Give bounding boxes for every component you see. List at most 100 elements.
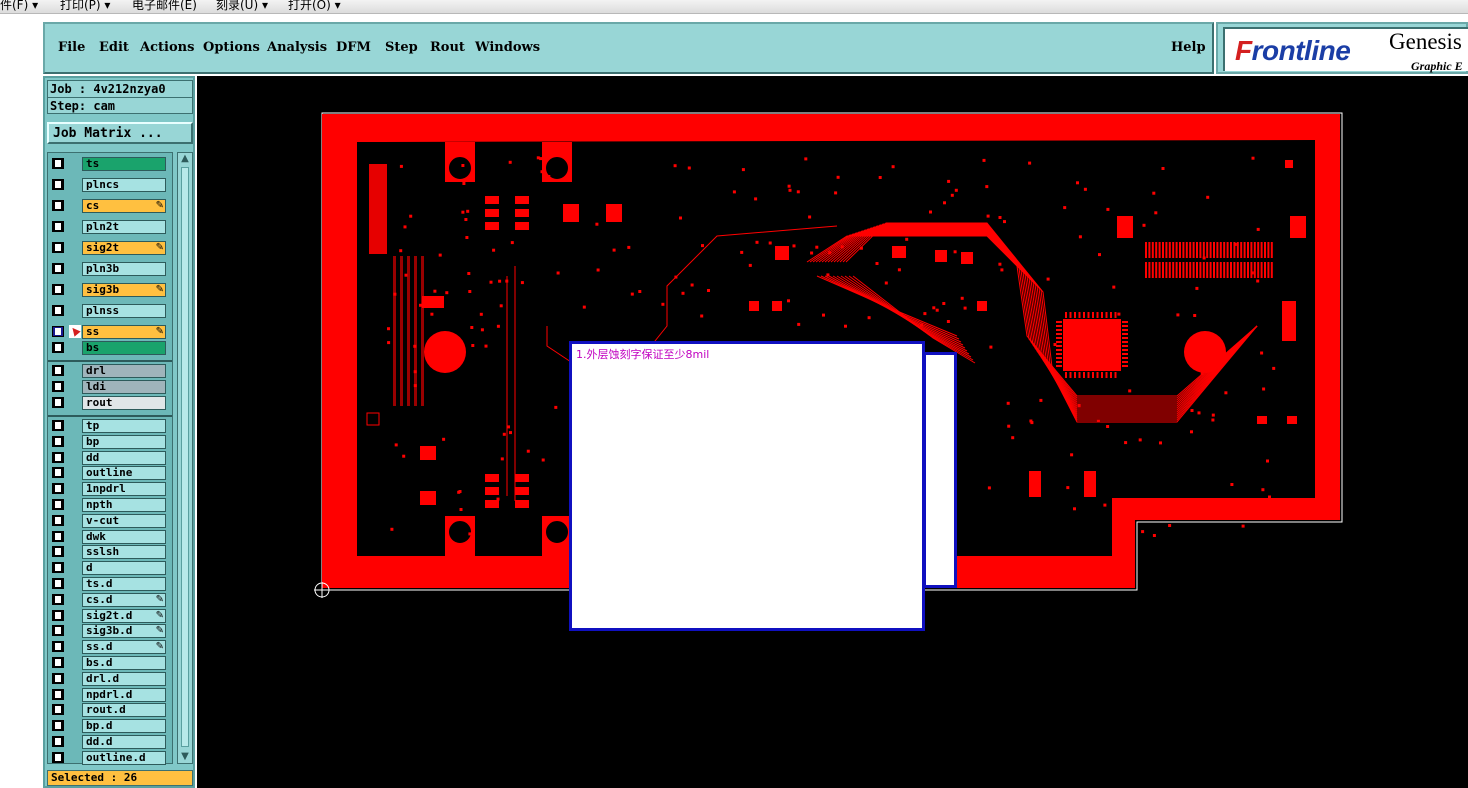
layer-checkbox[interactable] <box>52 688 64 700</box>
layer-row-cs[interactable]: cs ✎ <box>48 198 172 213</box>
layer-checkbox[interactable] <box>52 751 64 763</box>
scroll-thumb[interactable] <box>181 167 189 747</box>
menu-help[interactable]: Help <box>1171 40 1206 55</box>
layer-name[interactable]: ss ✎ <box>82 325 166 339</box>
layer-name[interactable]: sslsh <box>82 545 166 560</box>
layer-name[interactable]: ts <box>82 157 166 171</box>
layer-checkbox[interactable] <box>52 578 64 589</box>
menu-windows[interactable]: Windows <box>475 40 540 55</box>
job-matrix-button[interactable]: Job Matrix ... <box>47 122 193 144</box>
top-menu-print[interactable]: 打印(P) ▾ <box>60 0 110 13</box>
layer-checkbox[interactable] <box>52 397 64 408</box>
layer-row-pln2t[interactable]: pln2t <box>48 219 172 234</box>
layer-checkbox[interactable] <box>52 657 64 668</box>
layer-name[interactable]: plncs <box>82 178 166 192</box>
note-popup[interactable]: 1.外层蚀刻字保证至少8mil <box>569 341 925 631</box>
layer-checkbox[interactable] <box>52 546 64 558</box>
menu-file[interactable]: File <box>58 40 85 55</box>
layer-row-bs[interactable]: bs <box>48 340 172 355</box>
layer-checkbox[interactable] <box>52 467 64 479</box>
layer-name[interactable]: cs ✎ <box>82 199 166 213</box>
layer-row-ss[interactable]: ss ✎ <box>48 324 172 339</box>
layer-checkbox[interactable] <box>52 342 64 353</box>
layer-checkbox[interactable] <box>52 514 64 526</box>
layer-name[interactable]: npth <box>82 498 166 512</box>
layer-name[interactable]: pln3b <box>82 262 166 276</box>
layer-name[interactable]: ss.d ✎ <box>82 640 166 655</box>
layer-name[interactable]: bs <box>82 341 166 355</box>
layer-checkbox[interactable] <box>52 365 64 376</box>
layer-name[interactable]: v-cut <box>82 513 166 528</box>
layer-checkbox[interactable] <box>52 736 64 747</box>
layer-row-pln3b[interactable]: pln3b <box>48 261 172 276</box>
layer-row-plnss[interactable]: plnss <box>48 303 172 318</box>
layer-checkbox[interactable] <box>52 326 64 337</box>
menu-options[interactable]: Options <box>203 40 260 55</box>
layer-checkbox[interactable] <box>52 720 64 732</box>
layer-name[interactable]: npdrl.d <box>82 687 166 702</box>
layer-row-cs-d[interactable]: cs.d ✎ <box>48 592 172 607</box>
layer-name[interactable]: ldi <box>82 380 166 394</box>
layer-row-bp-d[interactable]: bp.d <box>48 718 172 734</box>
layer-row-npth[interactable]: npth <box>48 497 172 512</box>
layer-name[interactable]: sig2t.d ✎ <box>82 608 166 623</box>
layer-checkbox[interactable] <box>52 641 64 653</box>
layer-checkbox[interactable] <box>52 609 64 621</box>
scroll-down-icon[interactable]: ▼ <box>179 751 191 763</box>
layer-row-bp[interactable]: bp <box>48 434 172 449</box>
layer-checkbox[interactable] <box>52 562 64 574</box>
layer-row-ts-d[interactable]: ts.d <box>48 576 172 591</box>
layer-row-outline-d[interactable]: outline.d <box>48 750 172 765</box>
layer-row-rout-d[interactable]: rout.d <box>48 702 172 718</box>
layer-name[interactable]: ts.d <box>82 577 166 591</box>
layer-row-sig3b-d[interactable]: sig3b.d ✎ <box>48 623 172 639</box>
layer-row-v-cut[interactable]: v-cut <box>48 513 172 528</box>
layer-name[interactable]: drl.d <box>82 671 166 686</box>
top-menu-email[interactable]: 电子邮件(E) <box>132 0 197 13</box>
menu-edit[interactable]: Edit <box>99 40 129 55</box>
layer-name[interactable]: rout <box>82 396 166 410</box>
layer-row-tp[interactable]: tp <box>48 418 172 433</box>
layer-name[interactable]: tp <box>82 419 166 433</box>
menu-analysis[interactable]: Analysis <box>267 40 327 55</box>
menu-dfm[interactable]: DFM <box>336 40 371 55</box>
layer-name[interactable]: outline.d <box>82 750 166 765</box>
layer-name[interactable]: outline <box>82 466 166 481</box>
layer-row-outline[interactable]: outline <box>48 465 172 481</box>
layer-checkbox[interactable] <box>52 381 64 392</box>
layer-row-dd-d[interactable]: dd.d <box>48 734 172 749</box>
menu-rout[interactable]: Rout <box>430 40 465 55</box>
layer-row-rout[interactable]: rout <box>48 395 172 410</box>
layer-name[interactable]: bs.d <box>82 656 166 670</box>
layer-name[interactable]: dwk <box>82 529 166 544</box>
layer-checkbox[interactable] <box>52 158 64 169</box>
top-menu-burn[interactable]: 刻录(U) ▾ <box>216 0 268 13</box>
layer-name[interactable]: drl <box>82 364 166 378</box>
layer-name[interactable]: bp.d <box>82 719 166 734</box>
layer-row-bs-d[interactable]: bs.d <box>48 655 172 670</box>
layer-checkbox[interactable] <box>52 420 64 431</box>
menu-step[interactable]: Step <box>385 40 418 55</box>
layer-checkbox[interactable] <box>52 263 64 274</box>
layer-row-1npdrl[interactable]: 1npdrl <box>48 481 172 497</box>
layer-checkbox[interactable] <box>52 625 64 637</box>
layer-checkbox[interactable] <box>52 435 64 447</box>
layer-row-ss-d[interactable]: ss.d ✎ <box>48 639 172 655</box>
scroll-up-icon[interactable]: ▲ <box>179 153 191 165</box>
layer-checkbox[interactable] <box>52 593 64 605</box>
layer-row-sig3b[interactable]: sig3b ✎ <box>48 282 172 297</box>
layer-row-dd[interactable]: dd <box>48 450 172 465</box>
layer-checkbox[interactable] <box>52 200 64 211</box>
layer-checkbox[interactable] <box>52 704 64 716</box>
layer-row-d[interactable]: d <box>48 560 172 576</box>
layer-checkbox[interactable] <box>52 242 64 253</box>
layer-list-scrollbar[interactable]: ▲ ▼ <box>177 152 193 764</box>
layer-name[interactable]: cs.d ✎ <box>82 592 166 607</box>
layer-checkbox[interactable] <box>52 499 64 510</box>
layer-name[interactable]: sig3b ✎ <box>82 283 166 297</box>
layer-row-sig2t[interactable]: sig2t ✎ <box>48 240 172 255</box>
layer-name[interactable]: bp <box>82 434 166 449</box>
layer-checkbox[interactable] <box>52 179 64 190</box>
layer-row-ldi[interactable]: ldi <box>48 379 172 394</box>
top-menu-file[interactable]: 件(F) ▾ <box>0 0 38 13</box>
